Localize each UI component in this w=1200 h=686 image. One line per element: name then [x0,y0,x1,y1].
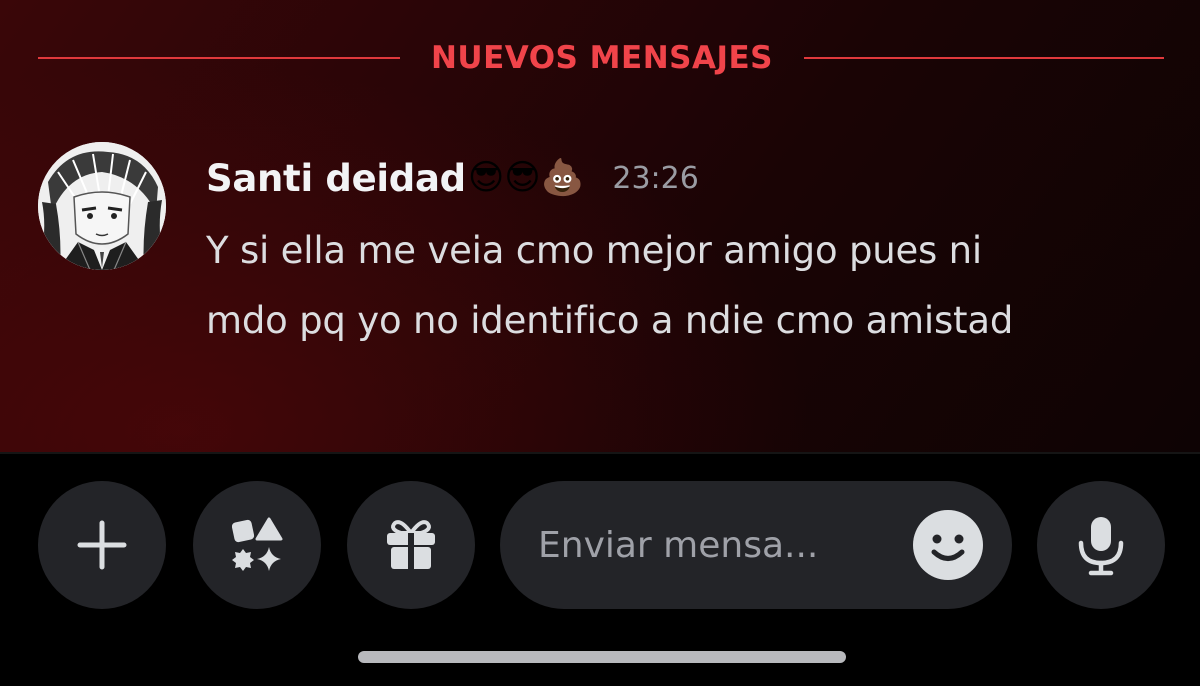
message-line: mdo pq yo no identifico a ndie cmo amist… [206,299,1014,342]
author-emoji-badges: 😎😎💩 [467,158,585,198]
discord-chat-screen: NUEVOS MENSAJES Santi deidad 😎😎💩 23:26 Y… [0,0,1200,686]
smiley-icon [913,510,983,580]
home-indicator[interactable] [358,651,846,663]
message-line: Y si ella me veia cmo mejor amigo pues n… [206,229,983,272]
message-timestamp: 23:26 [612,160,699,196]
message-input[interactable] [538,517,898,573]
new-messages-divider-label: NUEVOS MENSAJES [430,40,774,76]
avatar[interactable] [38,142,166,270]
composer-divider [0,452,1200,454]
gift-icon [387,520,435,569]
apps-button[interactable] [193,481,321,609]
message-author-name[interactable]: Santi deidad [206,157,466,200]
plus-icon [77,520,127,570]
message-header: Santi deidad 😎😎💩 23:26 [206,152,699,204]
microphone-icon [1078,517,1124,576]
message-list[interactable]: NUEVOS MENSAJES Santi deidad 😎😎💩 23:26 Y… [0,0,1200,452]
voice-message-button[interactable] [1037,481,1165,609]
add-attachment-button[interactable] [38,481,166,609]
manga-character-avatar-icon [38,142,166,270]
emoji-picker-button[interactable] [912,509,984,581]
message-input-container[interactable] [500,481,1012,609]
gift-button[interactable] [347,481,475,609]
message-content[interactable]: Y si ella me veia cmo mejor amigo pues n… [206,216,1166,356]
new-messages-divider-line-left [38,57,400,59]
apps-icon [231,517,283,571]
new-messages-divider-line-right [804,57,1164,59]
